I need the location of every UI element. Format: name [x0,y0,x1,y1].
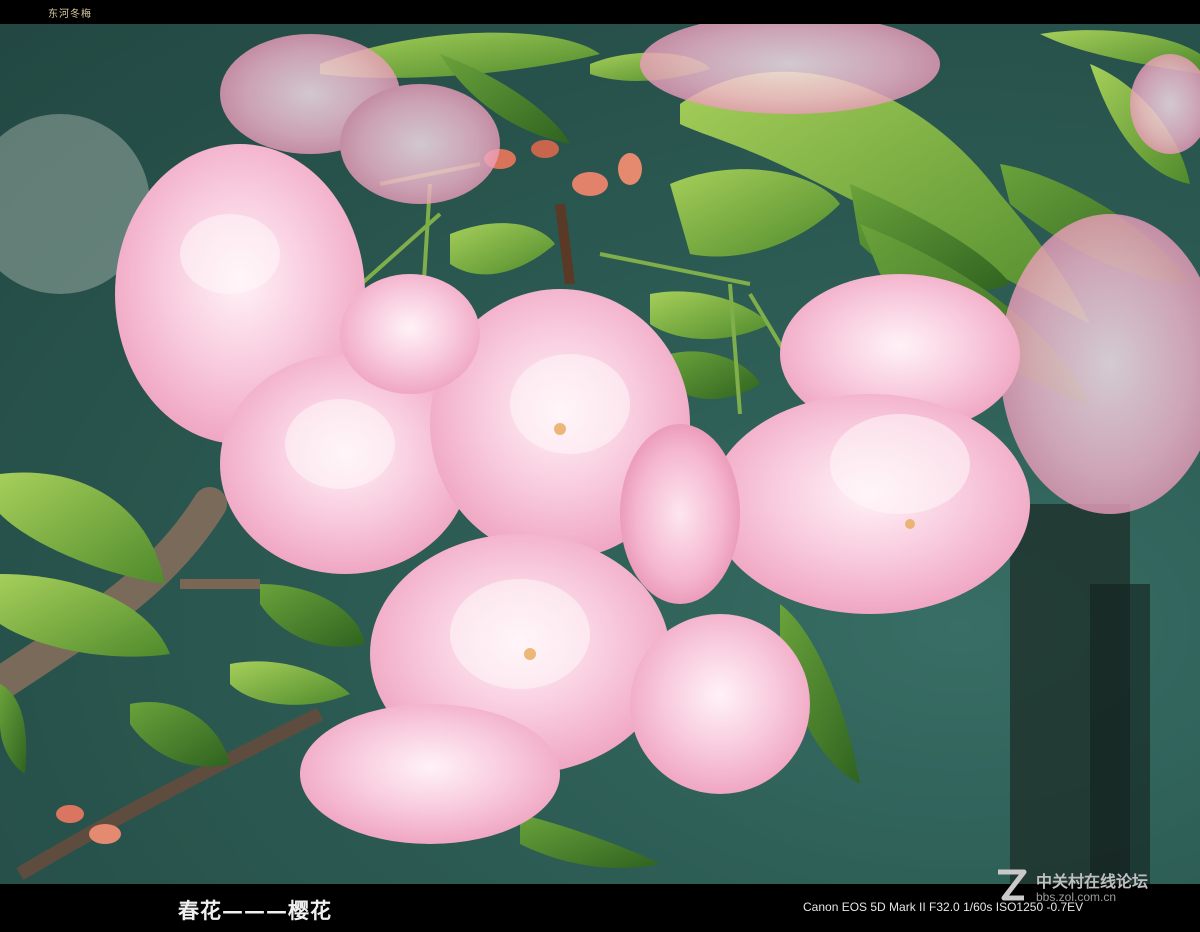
zol-logo-icon [998,869,1027,901]
watermark-url: bbs.zol.com.cn [1036,890,1117,904]
cherry-blossom-photo [0,24,1200,884]
watermark-site-name: 中关村在线论坛 [1036,872,1149,891]
photo-illustration [0,24,1200,884]
top-bar: 东河冬梅 [0,0,1200,24]
header-title: 东河冬梅 [48,9,92,20]
photo-caption: 春花———樱花 [178,898,332,923]
site-watermark: 中关村在线论坛 bbs.zol.com.cn [994,868,1184,908]
